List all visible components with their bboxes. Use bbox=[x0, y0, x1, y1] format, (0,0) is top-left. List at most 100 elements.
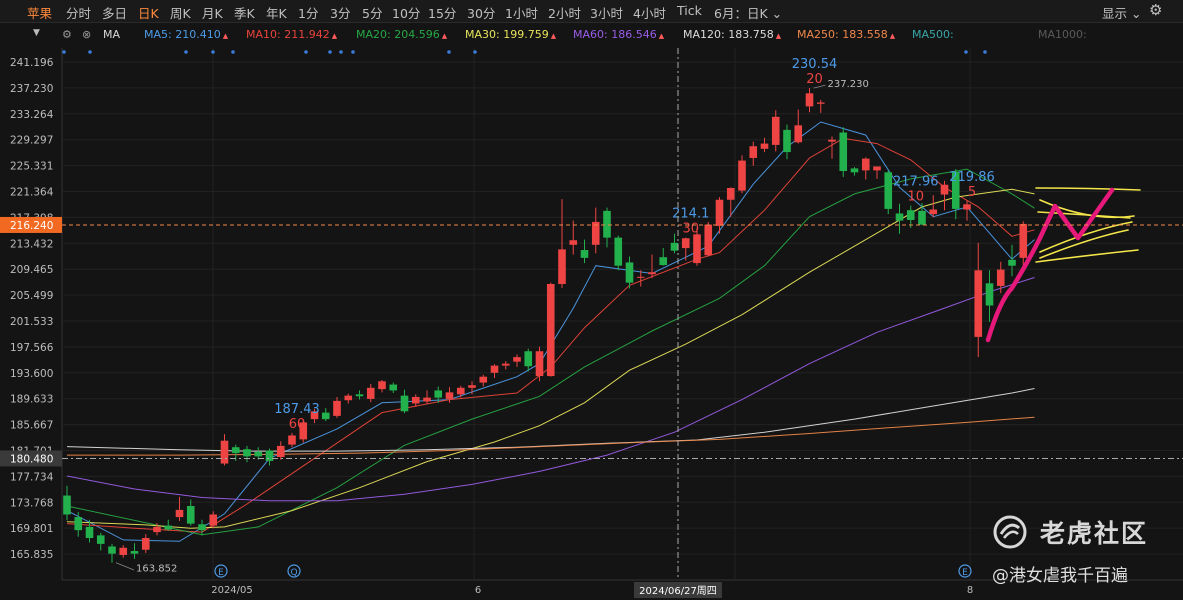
candle[interactable] bbox=[884, 170, 893, 215]
settings-icon[interactable]: ⚙ bbox=[1149, 1, 1162, 19]
price-tick-label: 237.230 bbox=[10, 83, 53, 95]
candle-body bbox=[411, 396, 420, 404]
candle-body bbox=[861, 158, 870, 171]
event-dot bbox=[231, 50, 235, 54]
period-tab[interactable]: 3小时 bbox=[590, 3, 623, 22]
date-tick-label: 8 bbox=[967, 585, 973, 596]
candle-body bbox=[355, 394, 364, 397]
period-tab[interactable]: 1小时 bbox=[505, 3, 538, 22]
up-arrow-icon: ▲ bbox=[889, 32, 896, 40]
period-tab[interactable]: Tick bbox=[677, 3, 702, 18]
period-tab[interactable]: 5分 bbox=[362, 3, 382, 22]
candle-body bbox=[468, 385, 476, 388]
candle-body bbox=[1019, 223, 1028, 258]
candle-body bbox=[963, 204, 971, 210]
period-tab[interactable]: 1分 bbox=[298, 3, 318, 22]
period-tab[interactable]: 2小时 bbox=[548, 3, 581, 22]
candle-body bbox=[130, 551, 139, 554]
collapse-icon[interactable]: ▼ bbox=[33, 28, 40, 38]
candle-body bbox=[254, 451, 263, 457]
candle-body bbox=[659, 257, 668, 266]
candle-body bbox=[479, 376, 488, 383]
candle-body bbox=[501, 363, 510, 366]
candle-body bbox=[974, 270, 983, 337]
tiger-logo-icon bbox=[993, 515, 1027, 549]
candle-body bbox=[141, 537, 150, 550]
event-dot bbox=[304, 50, 308, 54]
candle-body bbox=[366, 387, 375, 399]
brand-name: 老虎社区 bbox=[1040, 519, 1149, 548]
period-tab[interactable]: 分时 bbox=[66, 3, 91, 22]
up-arrow-icon: ▲ bbox=[775, 32, 782, 40]
ma-indicator-bar: ▼ ⚙ ⊗ MA MA5: 210.410 ▲ MA10: 211.942 ▲ MA20… bbox=[0, 26, 1183, 44]
candle-body bbox=[85, 526, 94, 538]
candle[interactable] bbox=[738, 155, 746, 194]
period-tab[interactable]: 10分 bbox=[392, 3, 420, 22]
period-high-label: 237.230 bbox=[828, 79, 869, 90]
price-tick-label: 197.566 bbox=[10, 342, 54, 354]
period-tab[interactable]: 3分 bbox=[330, 3, 350, 22]
chevron-down-icon: ⌄ bbox=[1131, 6, 1142, 21]
candle-body bbox=[558, 249, 566, 284]
candle[interactable] bbox=[839, 127, 848, 177]
candle-body bbox=[456, 387, 465, 395]
swing-count-label: 10 bbox=[907, 190, 924, 205]
candle-body bbox=[625, 262, 634, 283]
candle-body bbox=[850, 168, 859, 173]
candle-body bbox=[929, 209, 938, 215]
swing-count-label: 30 bbox=[682, 222, 699, 237]
period-tab[interactable]: 15分 bbox=[428, 3, 456, 22]
event-dot bbox=[62, 50, 66, 54]
price-tick-label: 205.499 bbox=[10, 290, 53, 302]
price-tick-label: 169.801 bbox=[10, 523, 53, 535]
candle-body bbox=[400, 395, 409, 412]
period-tab[interactable]: 30分 bbox=[467, 3, 495, 22]
period-tab[interactable]: 多日 bbox=[102, 3, 127, 22]
candle[interactable] bbox=[546, 282, 555, 377]
ma-value: MA60: 186.546 ▲ bbox=[573, 28, 665, 41]
candle-body bbox=[108, 546, 116, 554]
period-tab[interactable]: 季K bbox=[234, 3, 255, 22]
price-tick-label: 213.432 bbox=[10, 238, 53, 250]
up-arrow-icon: ▲ bbox=[550, 32, 557, 40]
candle-body bbox=[940, 184, 949, 195]
event-dot bbox=[184, 50, 188, 54]
period-tab[interactable]: 周K bbox=[170, 3, 191, 22]
event-letter: Q bbox=[290, 568, 297, 578]
candle-body bbox=[96, 535, 105, 544]
ma-value: MA120: 183.758 ▲ bbox=[683, 28, 782, 41]
price-tick-label: 185.667 bbox=[10, 420, 53, 432]
candle-body bbox=[828, 139, 836, 142]
price-tick-label: 165.835 bbox=[10, 549, 53, 561]
display-menu[interactable]: 显示 ⌄ bbox=[1102, 3, 1141, 22]
candle-body bbox=[164, 525, 173, 530]
event-dot bbox=[964, 50, 968, 54]
crosshair-price-text: 180.480 bbox=[10, 453, 53, 465]
swing-high-price-label: 219.86 bbox=[949, 170, 995, 185]
swing-count-label: 5 bbox=[968, 185, 976, 200]
period-tab[interactable]: 日K bbox=[138, 3, 159, 22]
candle[interactable] bbox=[614, 235, 623, 271]
candle-body bbox=[231, 447, 240, 454]
candle-body bbox=[175, 509, 184, 518]
price-tick-label: 241.196 bbox=[10, 57, 54, 69]
close-icon[interactable]: ⊗ bbox=[82, 28, 91, 41]
event-dot bbox=[339, 50, 343, 54]
month-period-select[interactable]: 6月：日K ⌄ bbox=[714, 3, 782, 22]
event-letter: E bbox=[962, 568, 968, 578]
ma-value: MA10: 211.942 ▲ bbox=[246, 28, 338, 41]
candle-body bbox=[839, 132, 848, 172]
candle-body bbox=[546, 283, 555, 377]
period-tab[interactable]: 4小时 bbox=[633, 3, 666, 22]
settings-icon[interactable]: ⚙ bbox=[62, 28, 72, 41]
candlestick-chart[interactable]: 241.196 237.230 233.264 229.297 225.331 221.3… bbox=[0, 0, 1183, 600]
symbol-name[interactable]: 苹果 bbox=[27, 3, 52, 22]
candle[interactable] bbox=[704, 221, 713, 257]
price-tick-label: 229.297 bbox=[10, 135, 53, 147]
candle-body bbox=[445, 392, 454, 399]
candle-body bbox=[704, 224, 713, 256]
indicator-name[interactable]: MA bbox=[103, 28, 120, 41]
candle-body bbox=[119, 547, 128, 555]
period-tab[interactable]: 年K bbox=[266, 3, 287, 22]
period-tab[interactable]: 月K bbox=[202, 3, 223, 22]
